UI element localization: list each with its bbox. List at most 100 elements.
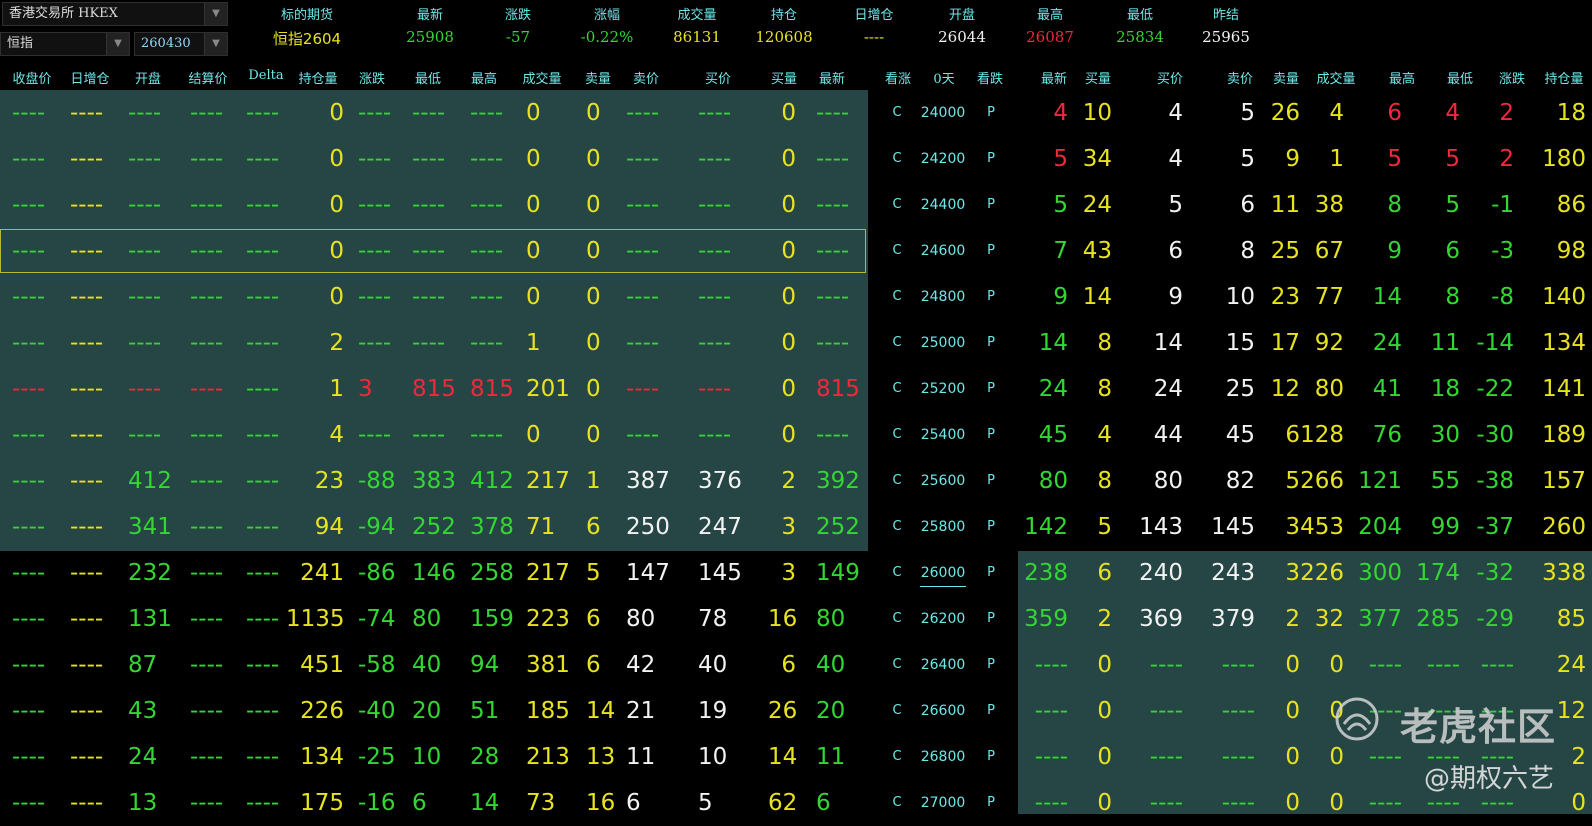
call-cell[interactable]: ----	[246, 136, 286, 182]
call-cell[interactable]: 217	[526, 550, 574, 596]
call-cell[interactable]: ----	[698, 320, 748, 366]
call-cell[interactable]: ----	[246, 504, 286, 550]
call-cell[interactable]: ----	[190, 504, 230, 550]
column-header[interactable]: 日增仓	[70, 68, 109, 87]
table-row[interactable]: ---- ---- ---- ---- ---- 1 3 815 815 201 0 ---- ----…	[0, 366, 1592, 412]
call-cell[interactable]: ----	[12, 412, 52, 458]
put-cell[interactable]: 2	[1042, 596, 1112, 642]
call-cell[interactable]: ----	[358, 412, 408, 458]
call-cell[interactable]: 4	[286, 412, 344, 458]
call-cell[interactable]: ----	[816, 136, 862, 182]
call-cell[interactable]: ----	[626, 90, 676, 136]
call-cell[interactable]: ----	[246, 642, 286, 688]
call-cell[interactable]: ----	[70, 366, 110, 412]
call-cell[interactable]: 815	[816, 366, 862, 412]
call-cell[interactable]: 80	[626, 596, 676, 642]
call-cell[interactable]: 78	[698, 596, 748, 642]
column-header[interactable]: 成交量	[1316, 68, 1355, 87]
put-cell[interactable]: 8	[1042, 366, 1112, 412]
put-cell[interactable]: -29	[1444, 596, 1514, 642]
call-cell[interactable]: ----	[246, 734, 286, 780]
put-cell[interactable]: 5	[1042, 504, 1112, 550]
call-cell[interactable]: ----	[190, 274, 230, 320]
call-cell[interactable]: 10	[698, 734, 748, 780]
call-cell[interactable]: 14	[768, 734, 797, 780]
call-cell[interactable]: ----	[470, 182, 516, 228]
call-cell[interactable]: 6	[586, 596, 616, 642]
call-cell[interactable]: ----	[128, 90, 178, 136]
call-cell[interactable]: 149	[816, 550, 862, 596]
call-cell[interactable]: ----	[12, 504, 52, 550]
call-cell[interactable]: 0	[586, 320, 616, 366]
call-cell[interactable]: ----	[70, 90, 110, 136]
call-cell[interactable]: ----	[626, 412, 676, 458]
call-cell[interactable]: ----	[70, 734, 110, 780]
put-cell[interactable]: 8	[1042, 320, 1112, 366]
call-cell[interactable]: ----	[12, 136, 52, 182]
call-cell[interactable]: ----	[12, 596, 52, 642]
column-header[interactable]: 收盘价	[12, 68, 51, 87]
call-cell[interactable]: ----	[190, 596, 230, 642]
call-cell[interactable]: ----	[12, 642, 52, 688]
call-cell[interactable]: 80	[816, 596, 862, 642]
table-row[interactable]: ---- ---- ---- ---- ---- 0 ---- ---- ---- 0 0 ---- -…	[0, 136, 1592, 182]
call-cell[interactable]: 201	[526, 366, 574, 412]
call-cell[interactable]: ----	[12, 458, 52, 504]
call-cell[interactable]: 159	[470, 596, 516, 642]
call-cell[interactable]: 217	[526, 458, 574, 504]
call-cell[interactable]: ----	[412, 136, 458, 182]
call-cell[interactable]: ----	[12, 228, 52, 274]
call-cell[interactable]: 185	[526, 688, 574, 734]
call-cell[interactable]: 412	[128, 458, 178, 504]
call-cell[interactable]: ----	[626, 182, 676, 228]
call-cell[interactable]: 0	[286, 90, 344, 136]
call-cell[interactable]: 3	[768, 504, 796, 550]
call-cell[interactable]: ----	[412, 228, 458, 274]
call-cell[interactable]: ----	[626, 274, 676, 320]
call-cell[interactable]: 1135	[286, 596, 345, 642]
table-row[interactable]: ---- ---- ---- ---- ---- 0 ---- ---- ---- 0 0 ---- -…	[0, 90, 1592, 136]
call-cell[interactable]: 94	[286, 504, 344, 550]
put-cell[interactable]: 157	[1516, 458, 1586, 504]
call-cell[interactable]: 0	[768, 366, 796, 412]
call-cell[interactable]: 6	[816, 780, 862, 826]
put-cell[interactable]: 6	[1042, 550, 1112, 596]
column-header[interactable]: 看跌	[977, 68, 1003, 87]
call-cell[interactable]: ----	[246, 688, 286, 734]
call-cell[interactable]: ----	[698, 366, 748, 412]
call-cell[interactable]: ----	[246, 458, 286, 504]
table-row[interactable]: ---- ---- ---- ---- ---- 2 ---- ---- ---- 1 0 ---- -…	[0, 320, 1592, 366]
table-row[interactable]: ---- ---- 412 ---- ---- 23 -88 383 412 217 1 387 376…	[0, 458, 1592, 504]
call-cell[interactable]: ----	[190, 182, 230, 228]
call-cell[interactable]: ----	[70, 320, 110, 366]
put-cell[interactable]: 6	[1113, 228, 1183, 274]
call-cell[interactable]: 0	[768, 228, 796, 274]
call-cell[interactable]: -16	[358, 780, 408, 826]
call-cell[interactable]: ----	[246, 412, 286, 458]
call-cell[interactable]: ----	[412, 320, 458, 366]
put-cell[interactable]: 14	[1042, 274, 1112, 320]
call-cell[interactable]: 14	[470, 780, 516, 826]
call-cell[interactable]: 0	[526, 274, 574, 320]
call-cell[interactable]: 1	[586, 458, 616, 504]
column-header[interactable]: 涨跌	[359, 68, 385, 87]
call-cell[interactable]: ----	[246, 366, 286, 412]
call-cell[interactable]: 0	[586, 274, 616, 320]
call-cell[interactable]: 0	[768, 412, 796, 458]
put-cell[interactable]: 9	[1113, 274, 1183, 320]
call-cell[interactable]: 94	[470, 642, 516, 688]
call-cell[interactable]: ----	[190, 688, 230, 734]
call-cell[interactable]: ----	[128, 412, 178, 458]
call-cell[interactable]: ----	[12, 320, 52, 366]
call-cell[interactable]: 13	[128, 780, 178, 826]
chevron-down-icon[interactable]: ▼	[204, 33, 227, 55]
call-cell[interactable]: 11	[626, 734, 676, 780]
call-cell[interactable]: 5	[698, 780, 748, 826]
column-header[interactable]: 开盘	[135, 68, 161, 87]
put-cell[interactable]: 0	[1042, 780, 1112, 826]
call-cell[interactable]: ----	[470, 228, 516, 274]
call-cell[interactable]: 1	[526, 320, 574, 366]
put-cell[interactable]: 24	[1516, 642, 1586, 688]
call-cell[interactable]: ----	[70, 228, 110, 274]
call-cell[interactable]: 0	[586, 90, 616, 136]
